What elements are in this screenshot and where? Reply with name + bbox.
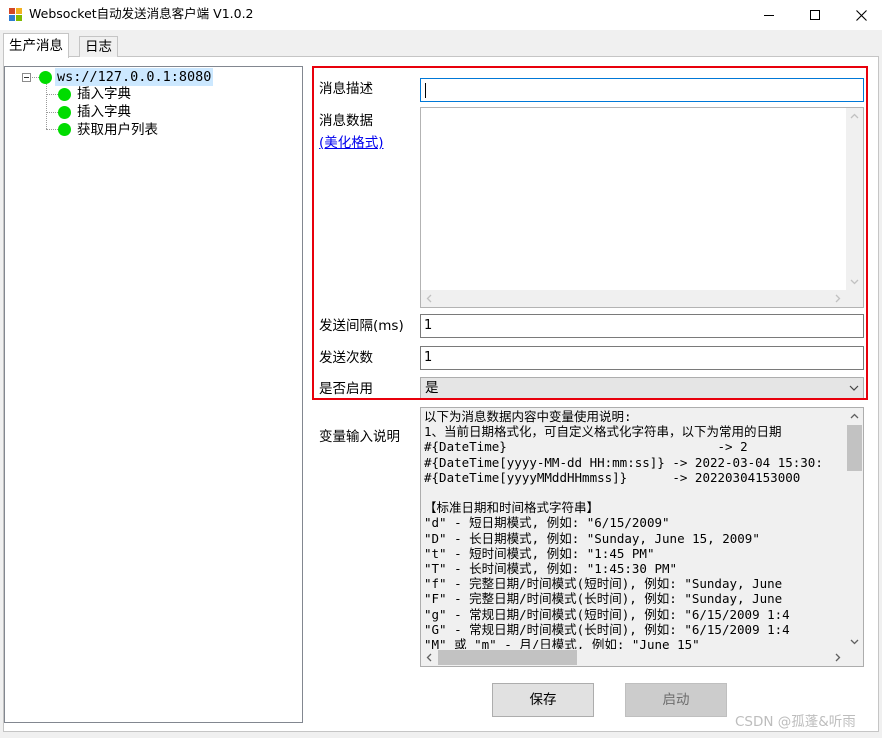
notes-line: #{DateTime[yyyyMMddHHmmss]} -> 202203041… bbox=[424, 469, 801, 485]
notes-horizontal-scrollbar[interactable] bbox=[421, 649, 846, 666]
maximize-button[interactable] bbox=[792, 0, 838, 30]
status-dot-icon bbox=[39, 71, 52, 84]
description-label: 消息描述 bbox=[319, 81, 373, 97]
tree-child-node[interactable]: 获取用户列表 bbox=[77, 121, 158, 139]
status-dot-icon bbox=[58, 123, 71, 136]
collapse-toggle[interactable] bbox=[22, 73, 31, 82]
textarea-vertical-scrollbar[interactable] bbox=[846, 108, 863, 290]
enabled-select[interactable]: 是 bbox=[420, 377, 864, 399]
connection-tree: ws://127.0.0.1:8080 插入字典 插入字典 获取用户列表 bbox=[4, 66, 303, 723]
watermark: CSDN @孤蓬&听雨 bbox=[735, 714, 856, 730]
notes-line: "T" - 长时间模式, 例如: "1:45:30 PM" bbox=[424, 561, 678, 577]
tree-line bbox=[32, 77, 39, 78]
notes-line: #{DateTime[yyyy-MM-dd HH:mm:ss]} -> 2022… bbox=[424, 454, 823, 470]
notes-line: "t" - 短时间模式, 例如: "1:45 PM" bbox=[424, 545, 655, 561]
tab-log[interactable]: 日志 bbox=[79, 36, 118, 57]
interval-input[interactable]: 1 bbox=[420, 314, 864, 338]
notes-line: "D" - 长日期模式, 例如: "Sunday, June 15, 2009" bbox=[424, 530, 760, 546]
notes-line: 【标准日期和时间格式字符串】 bbox=[424, 500, 600, 516]
tree-line bbox=[46, 112, 58, 113]
description-input[interactable] bbox=[420, 78, 864, 102]
title-bar: Websocket自动发送消息客户端 V1.0.2 bbox=[0, 0, 882, 30]
notes-line: 以下为消息数据内容中变量使用说明: bbox=[424, 409, 632, 424]
scrollbar-thumb[interactable] bbox=[438, 650, 577, 665]
tree-line bbox=[46, 129, 58, 130]
enabled-value: 是 bbox=[425, 380, 439, 396]
beautify-format-link[interactable]: (美化格式) bbox=[319, 134, 384, 152]
interval-label: 发送间隔(ms) bbox=[319, 318, 404, 334]
scroll-up-icon[interactable] bbox=[846, 408, 863, 425]
scroll-left-icon[interactable] bbox=[421, 290, 438, 307]
notes-line: "f" - 完整日期/时间模式(短时间), 例如: "Sunday, June bbox=[424, 576, 783, 592]
scroll-right-icon[interactable] bbox=[829, 649, 846, 666]
chevron-down-icon bbox=[849, 385, 859, 391]
text-caret bbox=[425, 83, 426, 98]
tree-child-node[interactable]: 插入字典 bbox=[77, 85, 131, 103]
notes-line: "F" - 完整日期/时间模式(长时间), 例如: "Sunday, June bbox=[424, 591, 783, 607]
notes-line: #{DateTime} -> 2 bbox=[424, 439, 748, 455]
variable-notes-content: 以下为消息数据内容中变量使用说明: 1、当前日期格式化，可自定义格式化字符串，以下… bbox=[424, 409, 854, 650]
scroll-down-icon[interactable] bbox=[846, 273, 863, 290]
count-input[interactable]: 1 bbox=[420, 346, 864, 370]
notes-vertical-scrollbar[interactable] bbox=[846, 408, 863, 650]
scroll-down-icon[interactable] bbox=[846, 633, 863, 650]
enabled-label: 是否启用 bbox=[319, 381, 373, 397]
tab-produce-message[interactable]: 生产消息 bbox=[3, 33, 69, 58]
app-window: Websocket自动发送消息客户端 V1.0.2 生产消息 日志 ws://1… bbox=[0, 0, 882, 738]
tree-line bbox=[46, 94, 58, 95]
close-button[interactable] bbox=[838, 0, 882, 30]
minimize-button[interactable] bbox=[746, 0, 792, 30]
tree-line bbox=[46, 84, 47, 129]
notes-line bbox=[424, 485, 854, 500]
notes-line: 1、当前日期格式化，可自定义格式化字符串，以下为常用的日期 bbox=[424, 424, 782, 440]
window-title: Websocket自动发送消息客户端 V1.0.2 bbox=[29, 6, 254, 21]
scrollbar-corner bbox=[846, 649, 863, 666]
tree-root-node[interactable]: ws://127.0.0.1:8080 bbox=[55, 68, 214, 86]
notes-line: "G" - 常规日期/时间模式(长时间), 例如: "6/15/2009 1:4 bbox=[424, 621, 790, 637]
scrollbar-thumb[interactable] bbox=[847, 425, 862, 471]
count-label: 发送次数 bbox=[319, 350, 373, 366]
minimize-icon bbox=[764, 14, 774, 16]
variable-notes-textbox[interactable]: 以下为消息数据内容中变量使用说明: 1、当前日期格式化，可自定义格式化字符串，以下… bbox=[420, 407, 864, 667]
app-icon bbox=[9, 8, 23, 22]
close-icon bbox=[855, 9, 867, 21]
scroll-up-icon[interactable] bbox=[846, 108, 863, 125]
notes-line: "d" - 短日期模式, 例如: "6/15/2009" bbox=[424, 515, 670, 531]
variable-notes-label: 变量输入说明 bbox=[319, 429, 400, 445]
message-data-label: 消息数据 bbox=[319, 113, 373, 129]
save-button[interactable]: 保存 bbox=[492, 683, 594, 717]
scroll-right-icon[interactable] bbox=[829, 290, 846, 307]
scrollbar-corner bbox=[846, 290, 863, 307]
scroll-left-icon[interactable] bbox=[421, 649, 438, 666]
notes-line: "g" - 常规日期/时间模式(短时间), 例如: "6/15/2009 1:4 bbox=[424, 606, 790, 622]
status-dot-icon bbox=[58, 106, 71, 119]
start-button[interactable]: 启动 bbox=[625, 683, 727, 717]
message-data-textarea[interactable] bbox=[420, 107, 864, 308]
tree-child-node[interactable]: 插入字典 bbox=[77, 103, 131, 121]
status-dot-icon bbox=[58, 88, 71, 101]
maximize-icon bbox=[810, 10, 820, 20]
textarea-horizontal-scrollbar[interactable] bbox=[421, 290, 846, 307]
